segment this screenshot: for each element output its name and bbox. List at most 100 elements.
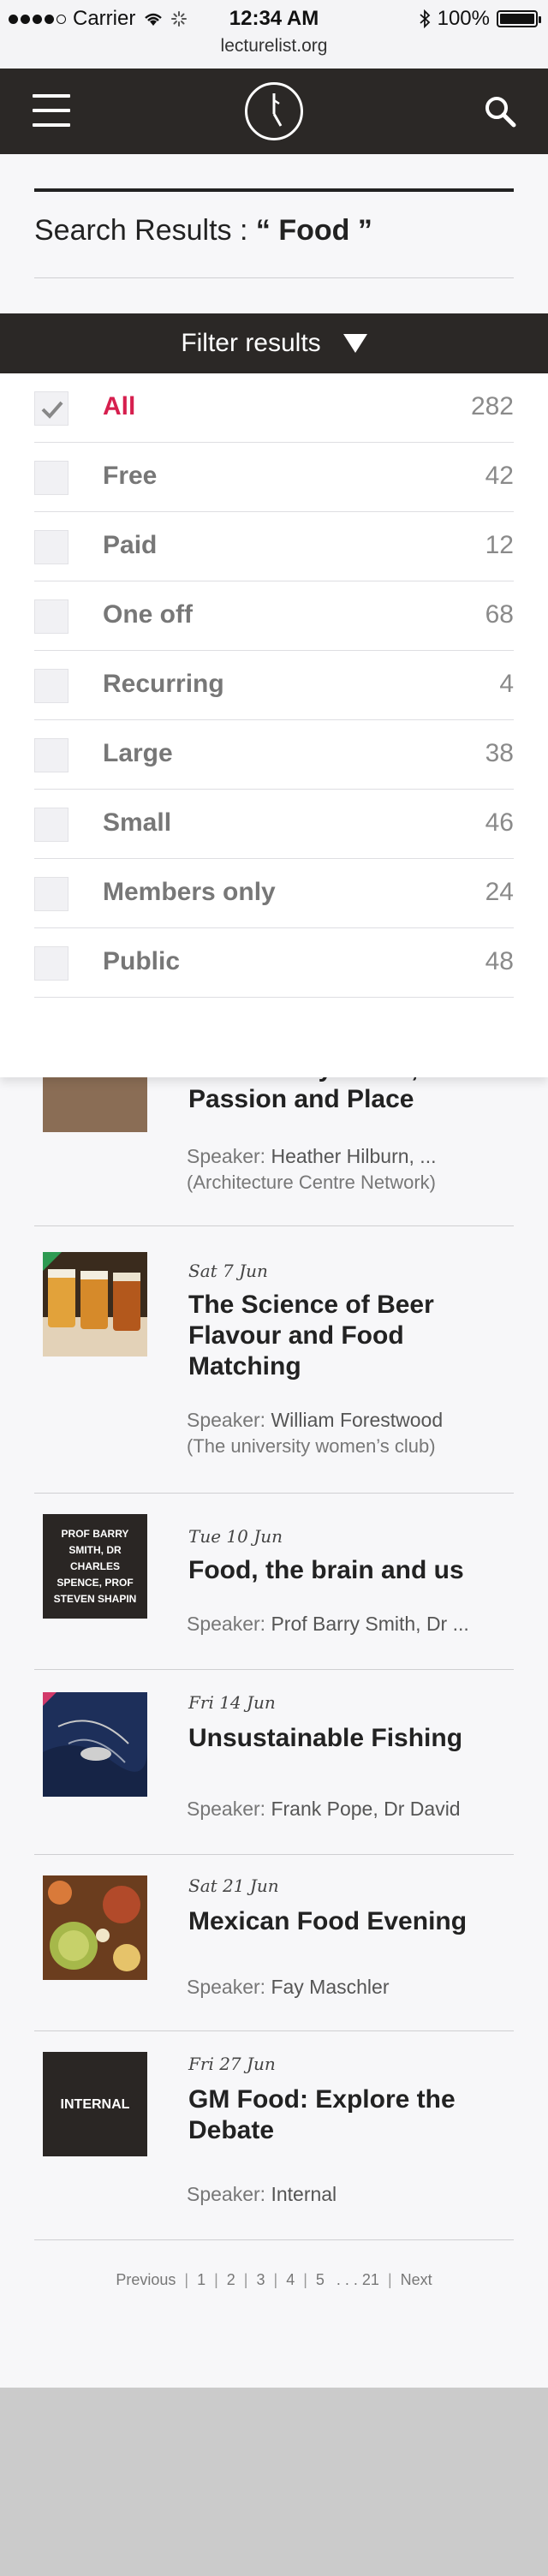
result-date: Fri 27 Jun (188, 2054, 276, 2074)
triangle-down-icon (342, 334, 367, 353)
filter-label: Small (103, 808, 172, 837)
filter-label: Large (103, 739, 173, 767)
speaker-label: Speaker: (187, 2183, 271, 2205)
result-speaker: Speaker: William Forestwood (187, 1408, 512, 1432)
filter-count: 12 (485, 531, 514, 559)
result-item[interactable]: PROF BARRY SMITH, DR CHARLES SPENCE, PRO… (34, 1494, 514, 1670)
filter-checkbox[interactable] (34, 391, 68, 426)
filter-option-recurring[interactable]: Recurring 4 (34, 651, 514, 720)
filter-option-small[interactable]: Small 46 (34, 790, 514, 859)
pagination-page-2[interactable]: 2 (227, 2271, 235, 2288)
status-bar: Carrier 12:34 AM 100% lecturelist.org (0, 0, 548, 69)
pagination-page-5[interactable]: 5 (316, 2271, 325, 2288)
speaker-name[interactable]: Prof Barry Smith, Dr ... (271, 1613, 468, 1635)
filter-option-public[interactable]: Public 48 (34, 928, 514, 998)
pagination-next[interactable]: Next (401, 2271, 432, 2288)
result-item[interactable]: Sat 7 Jun The Science of Beer Flavour an… (34, 1226, 514, 1494)
pagination-page-3[interactable]: 3 (256, 2271, 265, 2288)
speaker-label: Speaker: (187, 1145, 271, 1167)
result-date: Sat 21 Jun (188, 1875, 279, 1896)
filter-count: 24 (485, 878, 514, 906)
filter-count: 48 (485, 947, 514, 975)
result-item[interactable]: Fri 14 Jun Unsustainable Fishing Speaker… (34, 1670, 514, 1855)
filter-checkbox[interactable] (34, 738, 68, 772)
speaker-name[interactable]: Frank Pope, Dr David (271, 1798, 460, 1820)
pagination-last-page[interactable]: . . . 21 (337, 2271, 379, 2288)
filter-option-paid[interactable]: Paid 12 (34, 512, 514, 581)
filter-label: All (103, 392, 136, 420)
battery-percent: 100% (437, 7, 490, 30)
filter-option-large[interactable]: Large 38 (34, 720, 514, 790)
result-date: Tue 10 Jun (188, 1526, 283, 1547)
filter-label: Public (103, 947, 181, 975)
filter-checkbox[interactable] (34, 530, 68, 564)
checkmark-icon (41, 401, 63, 419)
search-title-prefix: Search Results : (34, 214, 256, 247)
filter-option-free[interactable]: Free 42 (34, 443, 514, 512)
site-header (0, 69, 548, 154)
filter-results-toggle[interactable]: Filter results (0, 313, 548, 373)
filter-option-members-only[interactable]: Members only 24 (34, 859, 514, 928)
filter-checkbox[interactable] (34, 461, 68, 495)
pagination-page-4[interactable]: 4 (286, 2271, 295, 2288)
result-organiser[interactable]: (Architecture Centre Network) (187, 1172, 436, 1194)
event-thumbnail[interactable]: INTERNAL (43, 2052, 147, 2156)
pagination-page-1[interactable]: 1 (197, 2271, 206, 2288)
speaker-label: Speaker: (187, 1976, 271, 1998)
result-title[interactable]: Unsustainable Fishing (188, 1723, 505, 1754)
title-divider (34, 188, 514, 192)
speaker-name[interactable]: Fay Maschler (271, 1976, 389, 1998)
hamburger-icon[interactable] (33, 94, 70, 127)
filter-checkbox[interactable] (34, 946, 68, 981)
filter-checkbox[interactable] (34, 669, 68, 703)
footer-area (0, 2388, 548, 2576)
filter-label: One off (103, 600, 193, 629)
event-thumbnail[interactable]: PROF BARRY SMITH, DR CHARLES SPENCE, PRO… (43, 1514, 147, 1619)
speaker-label: Speaker: (187, 1613, 271, 1635)
thumbnail-caption: PROF BARRY SMITH, DR CHARLES SPENCE, PRO… (53, 1527, 137, 1605)
result-item[interactable]: INTERNAL Fri 27 Jun GM Food: Explore the… (34, 2031, 514, 2240)
result-speaker: Speaker: Heather Hilburn, ... (187, 1144, 512, 1168)
filter-checkbox[interactable] (34, 808, 68, 842)
filter-results-label: Filter results (181, 329, 321, 357)
filter-count: 46 (485, 808, 514, 837)
filter-count: 38 (485, 739, 514, 767)
filter-panel: All 282 Free 42 Paid 12 One off 68 Recur… (0, 373, 548, 1077)
speaker-name[interactable]: Heather Hilburn, ... (271, 1145, 436, 1167)
title-underline (34, 277, 514, 278)
bluetooth-icon (420, 9, 430, 28)
filter-count: 282 (470, 392, 514, 420)
filter-count: 42 (485, 462, 514, 490)
result-title[interactable]: Mexican Food Evening (188, 1906, 505, 1937)
result-item[interactable]: Sat 21 Jun Mexican Food Evening Speaker:… (34, 1855, 514, 2031)
speaker-name[interactable]: Internal (271, 2183, 337, 2205)
result-speaker: Speaker: Frank Pope, Dr David (187, 1797, 512, 1821)
filter-label: Recurring (103, 670, 224, 698)
result-title[interactable]: GM Food: Explore the Debate (188, 2084, 505, 2146)
clock-logo-icon[interactable] (245, 82, 303, 140)
event-thumbnail[interactable] (43, 1692, 147, 1797)
result-speaker: Speaker: Prof Barry Smith, Dr ... (187, 1612, 512, 1636)
filter-label: Members only (103, 878, 276, 906)
filter-checkbox[interactable] (34, 599, 68, 634)
filter-label: Free (103, 462, 158, 490)
result-organiser[interactable]: (The university women’s club) (187, 1435, 436, 1458)
speaker-name[interactable]: William Forestwood (271, 1409, 443, 1431)
search-icon[interactable] (483, 94, 517, 128)
event-thumbnail[interactable] (43, 1252, 147, 1357)
result-title[interactable]: Food, the brain and us (188, 1555, 505, 1586)
filter-label: Paid (103, 531, 158, 559)
result-title[interactable]: The Science of Beer Flavour and Food Mat… (188, 1290, 505, 1382)
event-thumbnail[interactable] (43, 1875, 147, 1980)
filter-option-one-off[interactable]: One off 68 (34, 581, 514, 651)
result-date: Sat 7 Jun (188, 1261, 268, 1281)
pagination-previous[interactable]: Previous (116, 2271, 176, 2288)
speaker-label: Speaker: (187, 1798, 271, 1820)
filter-option-all[interactable]: All 282 (34, 373, 514, 443)
page-title: Search Results : “ Food ” (34, 214, 372, 247)
result-speaker: Speaker: Fay Maschler (187, 1975, 512, 1999)
filter-checkbox[interactable] (34, 877, 68, 911)
filter-count: 4 (499, 670, 514, 698)
thumbnail-caption: INTERNAL (60, 2096, 130, 2112)
battery-icon (497, 10, 541, 27)
